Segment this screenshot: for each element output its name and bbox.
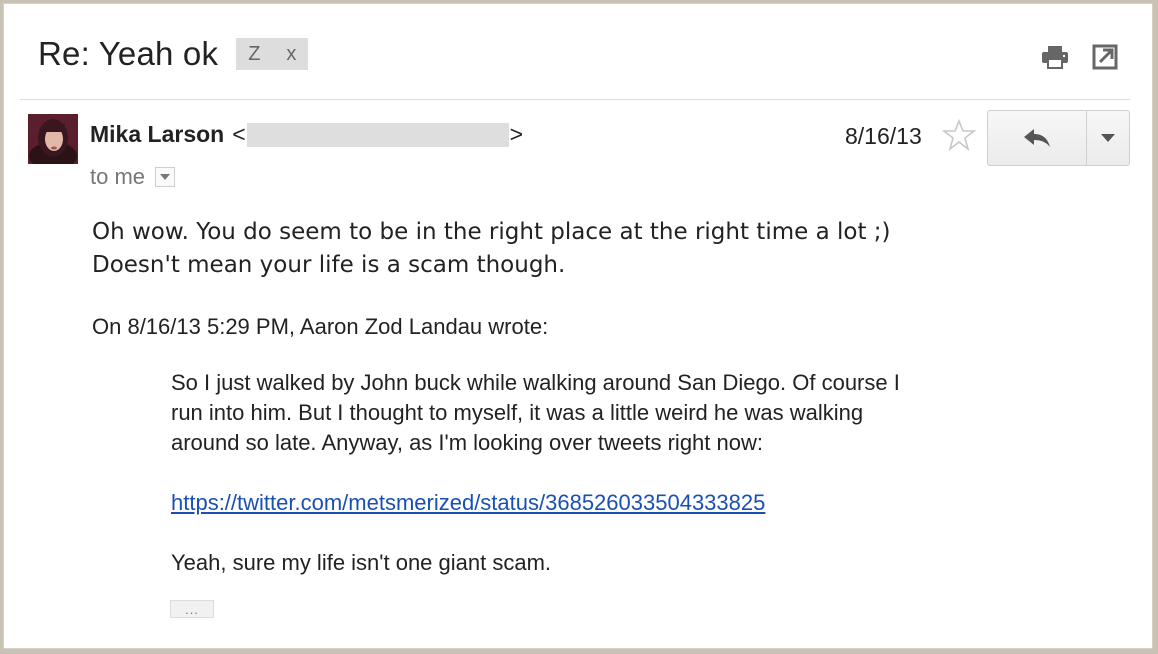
chevron-down-icon xyxy=(160,174,171,180)
top-actions xyxy=(1040,42,1120,72)
show-details-toggle[interactable] xyxy=(155,167,176,187)
email-bracket-open: < xyxy=(232,121,246,147)
email-subject: Re: Yeah ok xyxy=(38,35,219,72)
quote-line: So I just walked by John buck while walk… xyxy=(171,370,900,395)
message-date: 8/16/13 xyxy=(845,123,922,149)
body-line: Doesn't mean your life is a scam though. xyxy=(92,252,566,278)
quote-line: run into him. But I thought to myself, i… xyxy=(171,400,864,425)
quote-attribution: On 8/16/13 5:29 PM, Aaron Zod Landau wro… xyxy=(92,314,549,339)
recipient-line: to me xyxy=(90,164,176,190)
star-icon[interactable] xyxy=(941,118,977,157)
sender-email: < > xyxy=(232,121,523,148)
new-window-icon[interactable] xyxy=(1090,42,1120,72)
body-line: Oh wow. You do seem to be in the right p… xyxy=(92,219,891,245)
chevron-down-icon xyxy=(1101,134,1115,142)
tweet-link[interactable]: https://twitter.com/metsmerized/status/3… xyxy=(171,488,765,518)
quoted-message: So I just walked by John buck while walk… xyxy=(171,368,900,578)
header-divider xyxy=(20,99,1130,100)
sender-line: Mika Larson < > xyxy=(90,121,523,148)
more-actions-button[interactable] xyxy=(1087,111,1129,165)
show-trimmed-content-button[interactable]: ... xyxy=(170,600,214,618)
reply-icon xyxy=(1024,129,1050,147)
message-body: Oh wow. You do seem to be in the right p… xyxy=(92,216,891,282)
subject-row: Re: Yeah ok Z x xyxy=(38,32,309,76)
label-z[interactable]: Z xyxy=(248,43,260,66)
label-x[interactable]: x xyxy=(286,43,296,66)
quote-line: around so late. Anyway, as I'm looking o… xyxy=(171,430,763,455)
email-window: Re: Yeah ok Z x Mika Larson < > 8/16/13 … xyxy=(3,3,1153,649)
email-bracket-close: > xyxy=(509,121,524,147)
to-label: to me xyxy=(90,164,146,189)
print-icon[interactable] xyxy=(1040,42,1070,72)
sender-name[interactable]: Mika Larson xyxy=(90,121,224,148)
redacted-email xyxy=(246,122,509,147)
label-chips[interactable]: Z x xyxy=(236,38,309,70)
reply-button-group xyxy=(987,110,1130,166)
reply-button[interactable] xyxy=(988,111,1087,165)
quote-closing: Yeah, sure my life isn't one giant scam. xyxy=(171,550,552,575)
avatar[interactable] xyxy=(28,114,78,164)
